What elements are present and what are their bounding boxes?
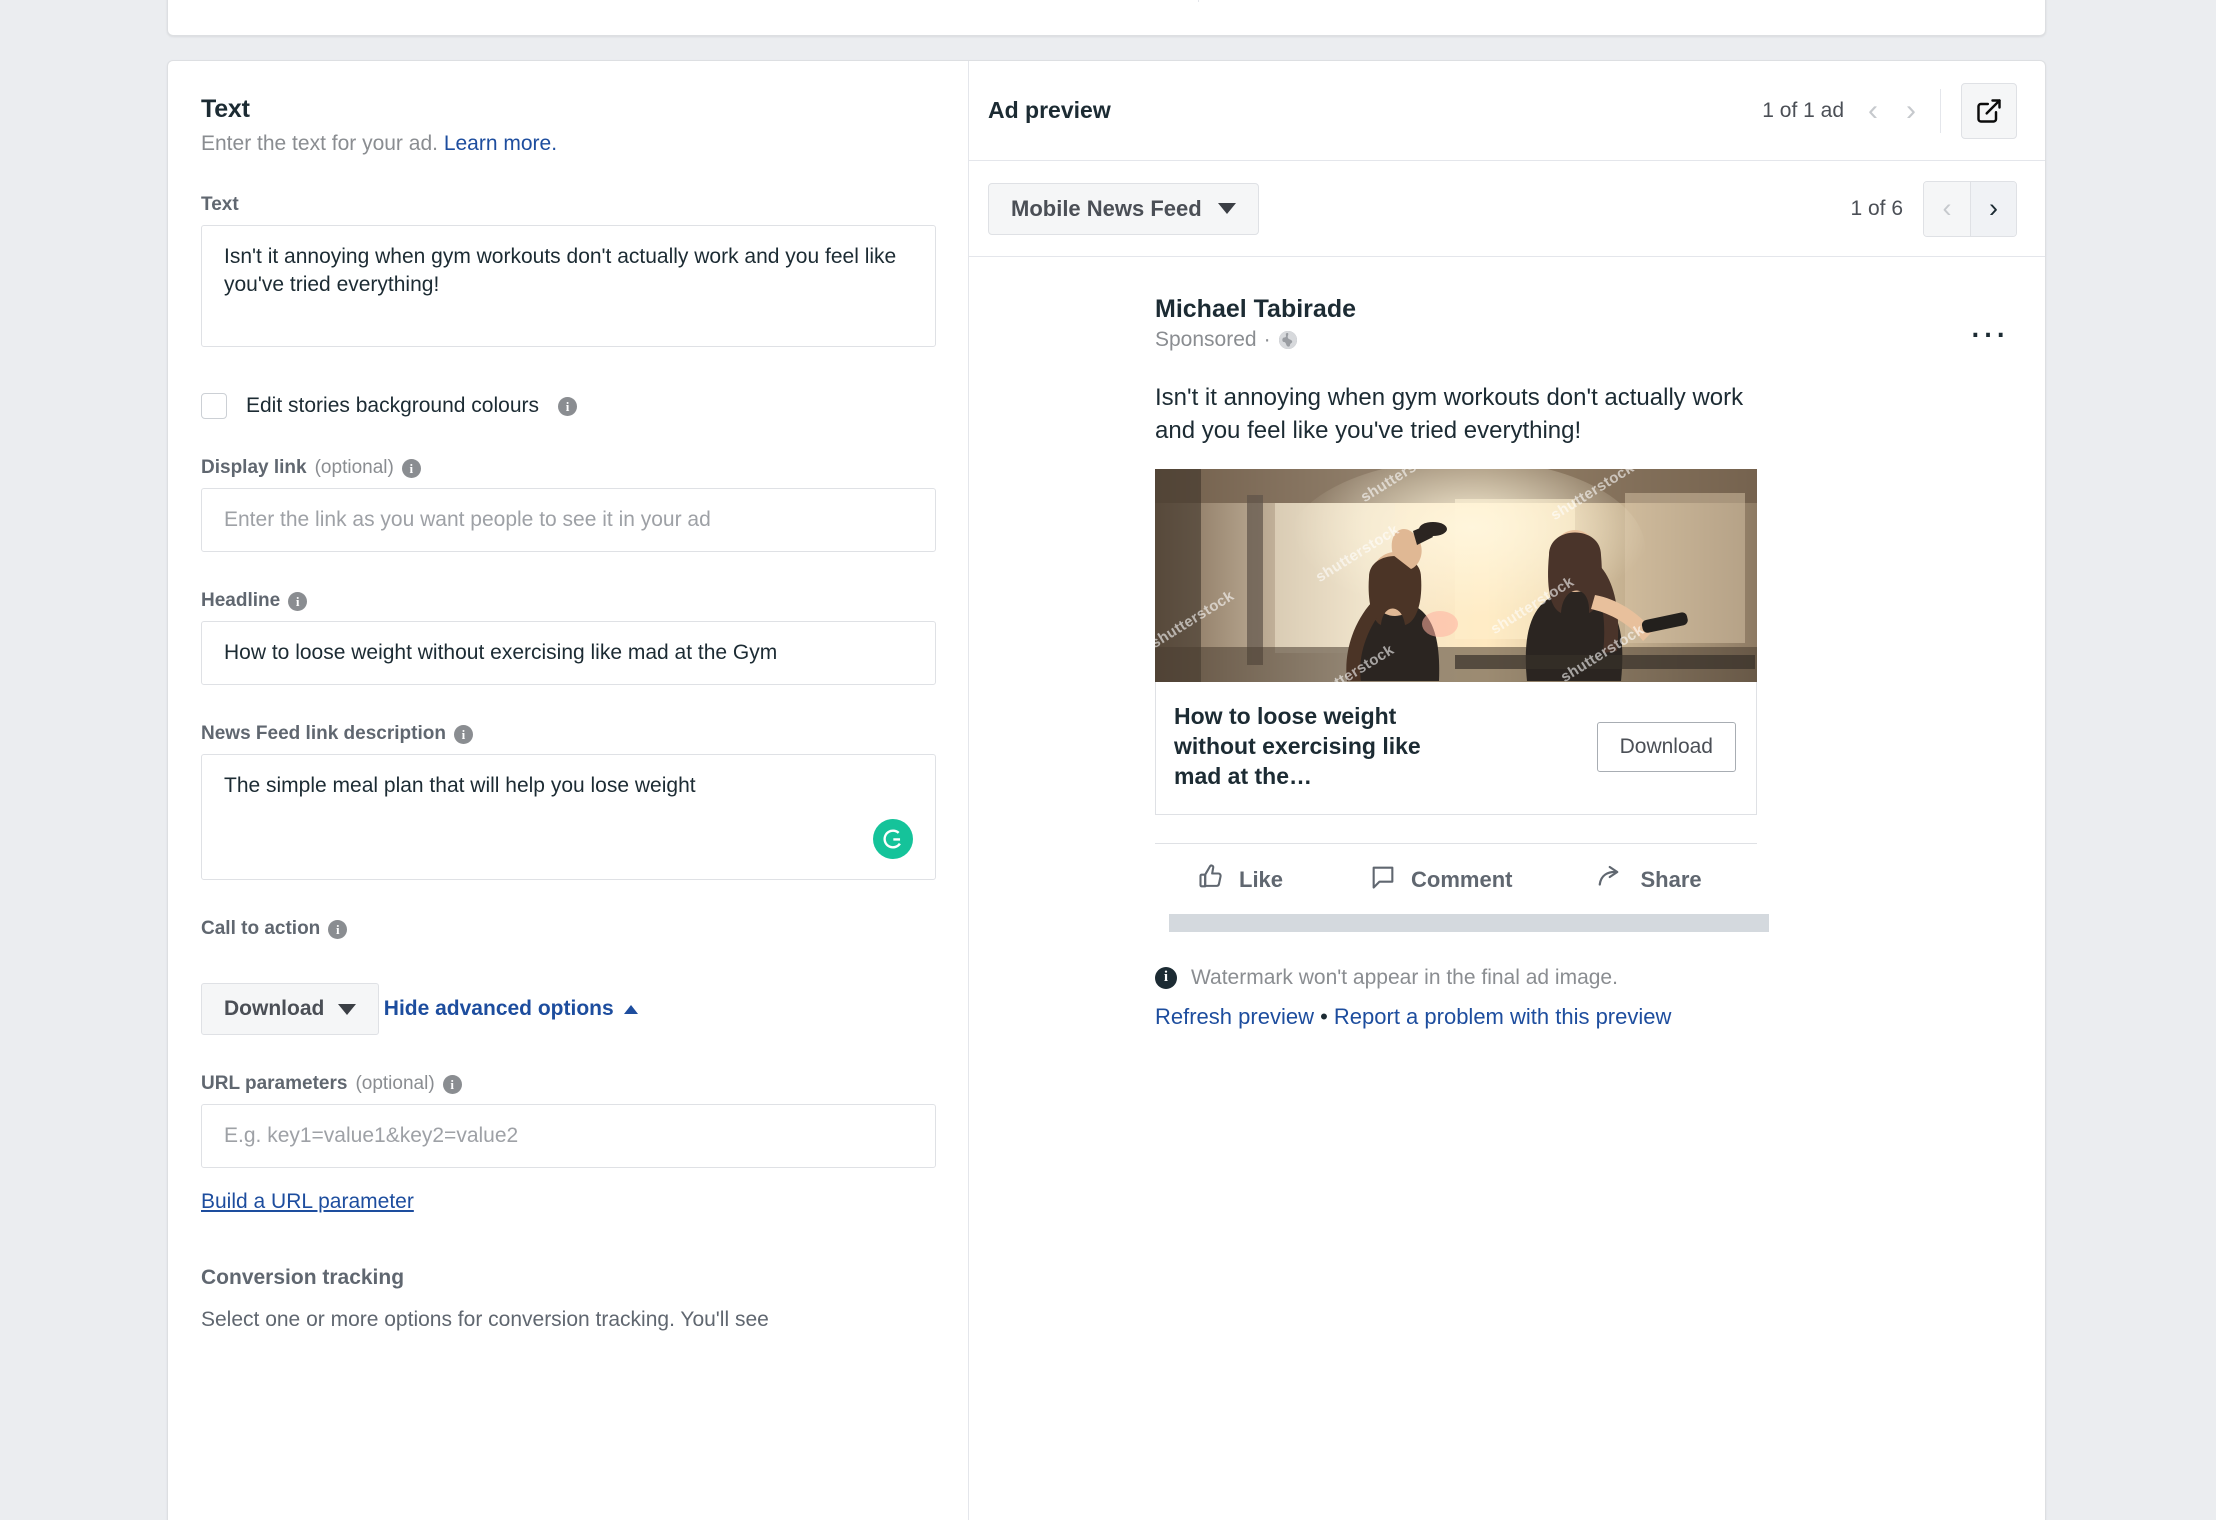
post-header: Michael Tabirade Sponsored · … bbox=[969, 295, 2045, 352]
ad-preview-header: Ad preview 1 of 1 ad ‹ › bbox=[969, 61, 2045, 161]
section-subtitle: Enter the text for your ad. Learn more. bbox=[201, 132, 928, 156]
chevron-left-icon[interactable]: ‹ bbox=[1864, 95, 1882, 126]
post-sponsored-row: Sponsored · bbox=[1155, 328, 1356, 352]
placement-nav-buttons: ‹ › bbox=[1923, 180, 2017, 237]
learn-more-link[interactable]: Learn more. bbox=[444, 132, 557, 155]
url-parameters-optional: (optional) bbox=[355, 1073, 435, 1094]
watermark-note: i Watermark won't appear in the final ad… bbox=[1155, 966, 1775, 990]
page-title: Text bbox=[201, 95, 250, 123]
url-parameters-label: URL parameters (optional) i bbox=[201, 1073, 928, 1095]
build-url-parameter-link[interactable]: Build a URL parameter bbox=[201, 1190, 414, 1214]
post-body-text: Isn't it annoying when gym workouts don'… bbox=[1155, 384, 1744, 444]
conversion-tracking-subtitle: Select one or more options for conversio… bbox=[201, 1308, 769, 1331]
footer-link-separator: • bbox=[1320, 1003, 1328, 1029]
ad-preview-header-controls: 1 of 1 ad ‹ › bbox=[1762, 82, 2017, 139]
placement-dropdown[interactable]: Mobile News Feed bbox=[988, 182, 1259, 235]
conversion-tracking-title: Conversion tracking bbox=[201, 1266, 405, 1289]
chevron-down-icon bbox=[1217, 203, 1236, 214]
chevron-up-icon bbox=[623, 1004, 638, 1014]
watermark-note-text: Watermark won't appear in the final ad i… bbox=[1191, 965, 1618, 989]
info-icon[interactable]: i bbox=[401, 458, 421, 478]
info-icon[interactable]: i bbox=[558, 396, 577, 416]
post-engagement-bar: Like Comment Share bbox=[1155, 842, 1757, 914]
hide-advanced-options-label: Hide advanced options bbox=[383, 997, 614, 1020]
globe-icon bbox=[1278, 330, 1298, 350]
refresh-preview-link[interactable]: Refresh preview bbox=[1155, 1004, 1314, 1029]
external-link-icon[interactable] bbox=[1961, 82, 2017, 139]
preview-footer-links: Refresh preview • Report a problem with … bbox=[1155, 1004, 2045, 1030]
stories-background-checkbox-row[interactable]: Edit stories background colours i bbox=[201, 393, 928, 419]
text-field-label: Text bbox=[201, 194, 928, 216]
post-author-block: Michael Tabirade Sponsored · bbox=[1155, 295, 1356, 352]
link-card-title: How to loose weight without exercising l… bbox=[1174, 703, 1421, 790]
section-subtitle-text: Enter the text for your ad. bbox=[201, 132, 438, 155]
placement-value: Mobile News Feed bbox=[1011, 195, 1202, 221]
header-separator bbox=[1940, 88, 1941, 133]
placement-prev-button[interactable]: ‹ bbox=[1924, 181, 1970, 236]
chevron-right-icon[interactable]: › bbox=[1902, 95, 1920, 126]
thumbs-up-icon bbox=[1197, 863, 1225, 897]
headline-label: Headline i bbox=[201, 590, 928, 612]
post-author-name[interactable]: Michael Tabirade bbox=[1155, 295, 1356, 324]
news-feed-description-label-text: News Feed link description bbox=[201, 723, 446, 744]
ad-post-preview: Michael Tabirade Sponsored · … Isn't it … bbox=[969, 257, 2045, 1030]
previous-card-divider bbox=[1198, 0, 1199, 2]
stories-background-checkbox[interactable] bbox=[201, 393, 227, 419]
ad-count-label: 1 of 1 ad bbox=[1762, 98, 1844, 122]
call-to-action-label-text: Call to action bbox=[201, 918, 321, 939]
display-link-label-text: Display link bbox=[201, 457, 307, 478]
call-to-action-value: Download bbox=[224, 997, 325, 1020]
display-link-optional: (optional) bbox=[314, 457, 394, 478]
share-arrow-icon bbox=[1596, 862, 1626, 898]
previous-card-partial bbox=[167, 0, 2046, 36]
comment-label: Comment bbox=[1411, 866, 1513, 892]
info-icon[interactable]: i bbox=[453, 724, 473, 744]
comment-button[interactable]: Comment bbox=[1369, 863, 1512, 897]
call-to-action-label: Call to action i bbox=[201, 918, 928, 940]
sponsored-separator: · bbox=[1263, 328, 1271, 351]
link-card-cta-button[interactable]: Download bbox=[1596, 722, 1736, 773]
headline-input[interactable]: How to loose weight without exercising l… bbox=[201, 621, 936, 685]
placement-count-label: 1 of 6 bbox=[1850, 196, 1903, 220]
share-button[interactable]: Share bbox=[1596, 862, 1702, 898]
display-link-label: Display link (optional) i bbox=[201, 457, 928, 479]
ad-preview-panel: Ad preview 1 of 1 ad ‹ › Mobile News Fee… bbox=[969, 61, 2045, 1520]
placement-nav: 1 of 6 ‹ › bbox=[1850, 180, 2017, 237]
hide-advanced-options-toggle[interactable]: Hide advanced options bbox=[384, 997, 638, 1021]
preview-horizontal-scrollbar[interactable] bbox=[1169, 913, 1769, 932]
link-attachment-card[interactable]: How to loose weight without exercising l… bbox=[1155, 682, 1757, 815]
text-input[interactable]: Isn't it annoying when gym workouts don'… bbox=[201, 225, 936, 347]
headline-label-text: Headline bbox=[201, 590, 281, 611]
comment-bubble-icon bbox=[1369, 863, 1397, 897]
report-problem-link[interactable]: Report a problem with this preview bbox=[1334, 1004, 1671, 1029]
stories-background-label: Edit stories background colours bbox=[246, 394, 539, 417]
text-settings-panel: Text Enter the text for your ad. Learn m… bbox=[168, 61, 968, 1520]
placement-selector-row: Mobile News Feed 1 of 6 ‹ › bbox=[969, 161, 2045, 257]
news-feed-description-label: News Feed link description i bbox=[201, 723, 928, 745]
page-root: Text Enter the text for your ad. Learn m… bbox=[0, 0, 2216, 1520]
news-feed-description-input[interactable]: The simple meal plan that will help you … bbox=[201, 754, 936, 880]
sponsored-label: Sponsored bbox=[1155, 328, 1257, 351]
placement-next-button[interactable]: › bbox=[1970, 181, 2016, 236]
share-label: Share bbox=[1640, 866, 1702, 892]
like-label: Like bbox=[1239, 866, 1284, 892]
call-to-action-dropdown[interactable]: Download bbox=[201, 983, 380, 1035]
text-field-label-text: Text bbox=[201, 194, 239, 215]
ad-creative-card: Text Enter the text for your ad. Learn m… bbox=[167, 60, 2046, 1520]
url-parameters-label-text: URL parameters bbox=[201, 1073, 348, 1094]
ellipsis-icon[interactable]: … bbox=[1968, 304, 2011, 344]
info-icon[interactable]: i bbox=[288, 591, 308, 611]
ad-preview-title: Ad preview bbox=[988, 97, 1111, 123]
ad-image: shutterstock shutterstock shutterstock s… bbox=[1155, 469, 1757, 683]
display-link-input[interactable]: Enter the link as you want people to see… bbox=[201, 488, 936, 552]
news-feed-description-value: The simple meal plan that will help you … bbox=[224, 774, 696, 797]
url-parameters-input[interactable]: E.g. key1=value1&key2=value2 bbox=[201, 1104, 936, 1168]
chevron-down-icon bbox=[338, 1003, 357, 1015]
info-icon[interactable]: i bbox=[328, 919, 348, 939]
info-icon: i bbox=[1155, 966, 1177, 989]
info-icon[interactable]: i bbox=[442, 1074, 462, 1094]
like-button[interactable]: Like bbox=[1197, 863, 1283, 897]
grammarly-icon[interactable] bbox=[873, 819, 913, 859]
